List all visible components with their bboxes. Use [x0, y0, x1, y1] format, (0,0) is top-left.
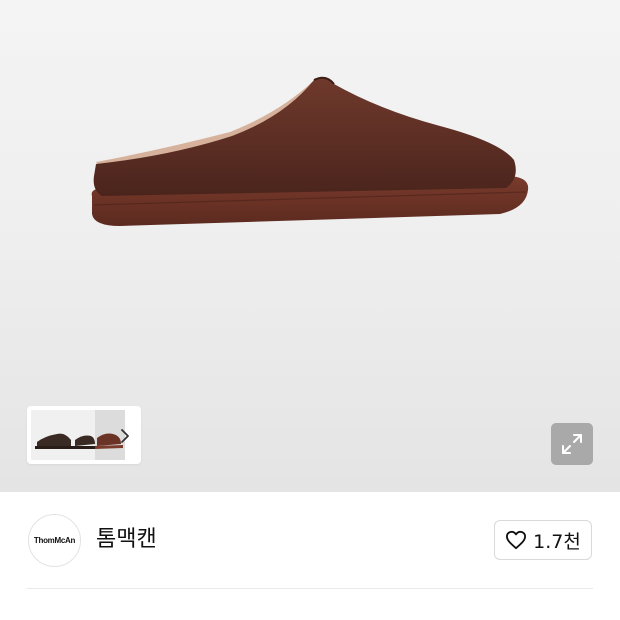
heart-icon — [506, 530, 527, 550]
thumbnail-image[interactable] — [31, 410, 125, 460]
expand-button[interactable] — [551, 423, 593, 465]
chevron-right-icon[interactable] — [114, 422, 136, 450]
product-hero — [0, 0, 620, 492]
like-count: 1.7천 — [533, 530, 581, 553]
expand-icon — [562, 434, 582, 454]
divider — [27, 588, 593, 589]
brand-logo-text: ThomMcAn — [33, 536, 76, 545]
brand-logo[interactable]: ThomMcAn — [28, 514, 81, 567]
like-button[interactable]: 1.7천 — [494, 520, 592, 560]
brand-name[interactable]: 톰맥캔 — [96, 524, 157, 556]
